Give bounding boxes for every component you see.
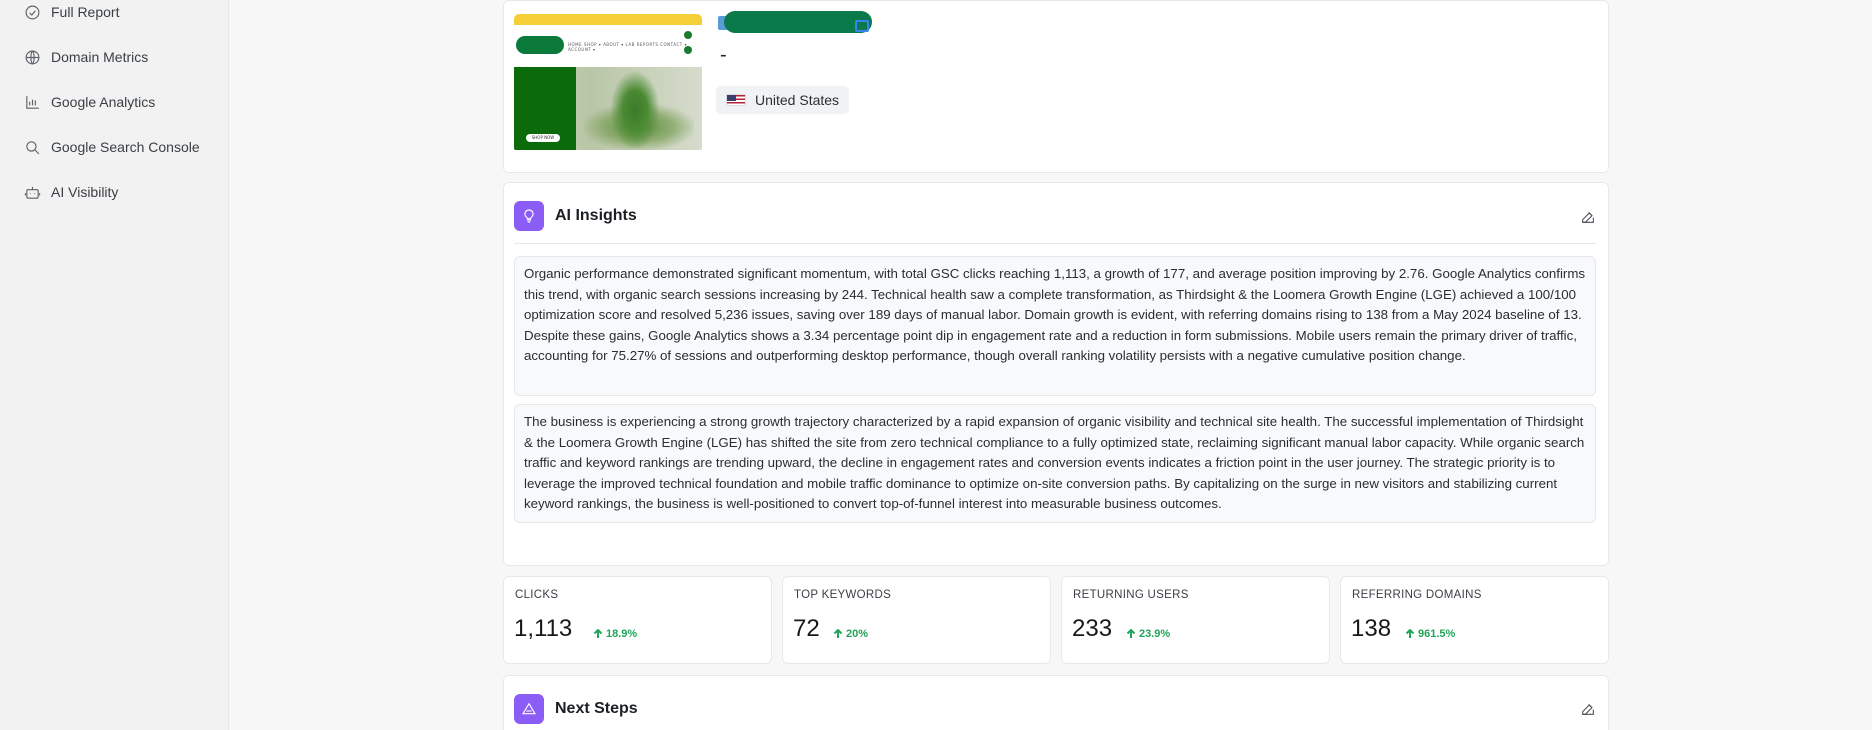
kpi-delta: 961.5%	[1405, 628, 1455, 640]
kpi-card-top-keywords: TOP KEYWORDS 72 20%	[782, 576, 1051, 664]
kpi-label: TOP KEYWORDS	[794, 589, 892, 601]
kpi-label: RETURNING USERS	[1073, 589, 1189, 601]
sidebar-item-label: Domain Metrics	[51, 49, 149, 65]
insight-paragraph: The business is experiencing a strong gr…	[514, 404, 1596, 523]
kpi-value: 138	[1351, 615, 1392, 642]
edit-icon[interactable]	[1580, 701, 1596, 717]
sidebar-item-label: Full Report	[51, 4, 120, 20]
next-steps-header: Next Steps	[514, 694, 638, 724]
divider	[514, 243, 1596, 244]
kpi-card-referring-domains: REFERRING DOMAINS 138 961.5%	[1340, 576, 1609, 664]
sidebar-item-full-report[interactable]: Full Report	[24, 0, 119, 24]
sidebar-item-label: Google Analytics	[51, 94, 156, 110]
kpi-delta: 23.9%	[1126, 628, 1170, 640]
kpi-delta: 18.9%	[593, 628, 637, 640]
external-link-icon[interactable]	[855, 20, 869, 32]
arrow-up-icon	[833, 629, 843, 638]
triangle-icon	[514, 694, 544, 724]
thumbnail-nav-text: HOME SHOP ▾ ABOUT ▾ LAB REPORTS CONTACT …	[568, 42, 687, 52]
edit-icon[interactable]	[1580, 209, 1596, 225]
kpi-value: 1,113	[514, 615, 573, 642]
lightbulb-icon	[514, 201, 544, 231]
next-steps-card	[503, 675, 1609, 730]
globe-icon	[25, 50, 40, 64]
bar-chart-icon	[26, 95, 39, 109]
sidebar-item-ai-visibility[interactable]: AI Visibility	[24, 180, 118, 204]
ai-insights-title: AI Insights	[555, 207, 637, 224]
sidebar-item-google-search-console[interactable]: Google Search Console	[24, 135, 200, 159]
kpi-label: CLICKS	[515, 589, 559, 601]
thumbnail-shop-button: SHOP NOW	[526, 134, 560, 142]
kpi-delta: 20%	[833, 628, 868, 640]
kpi-value: 233	[1072, 615, 1113, 642]
next-steps-title: Next Steps	[555, 700, 638, 717]
kpi-label: REFERRING DOMAINS	[1352, 589, 1482, 601]
site-title: -	[720, 44, 727, 66]
search-icon	[26, 140, 40, 154]
sidebar-item-label: AI Visibility	[51, 184, 119, 200]
check-circle-icon	[25, 5, 40, 19]
arrow-up-icon	[1126, 629, 1136, 638]
sidebar-item-google-analytics[interactable]: Google Analytics	[24, 90, 155, 114]
robot-icon	[24, 186, 41, 199]
sidebar: Full Report Domain Metrics Google Analyt…	[0, 0, 229, 730]
ai-insights-header: AI Insights	[514, 201, 637, 231]
insight-paragraph: Organic performance demonstrated signifi…	[514, 256, 1596, 396]
kpi-card-returning-users: RETURNING USERS 233 23.9%	[1061, 576, 1330, 664]
us-flag-icon	[726, 94, 746, 106]
site-logo	[516, 36, 564, 54]
sidebar-item-domain-metrics[interactable]: Domain Metrics	[24, 45, 148, 69]
kpi-card-clicks: CLICKS 1,113 18.9%	[503, 576, 772, 664]
sidebar-item-label: Google Search Console	[51, 139, 200, 155]
site-thumbnail[interactable]: HOME SHOP ▾ ABOUT ▾ LAB REPORTS CONTACT …	[514, 14, 702, 150]
kpi-value: 72	[793, 615, 820, 642]
arrow-up-icon	[1405, 629, 1415, 638]
redacted-site-url	[724, 11, 872, 33]
country-label: United States	[755, 92, 840, 108]
country-badge: United States	[716, 86, 850, 114]
arrow-up-icon	[593, 629, 603, 638]
